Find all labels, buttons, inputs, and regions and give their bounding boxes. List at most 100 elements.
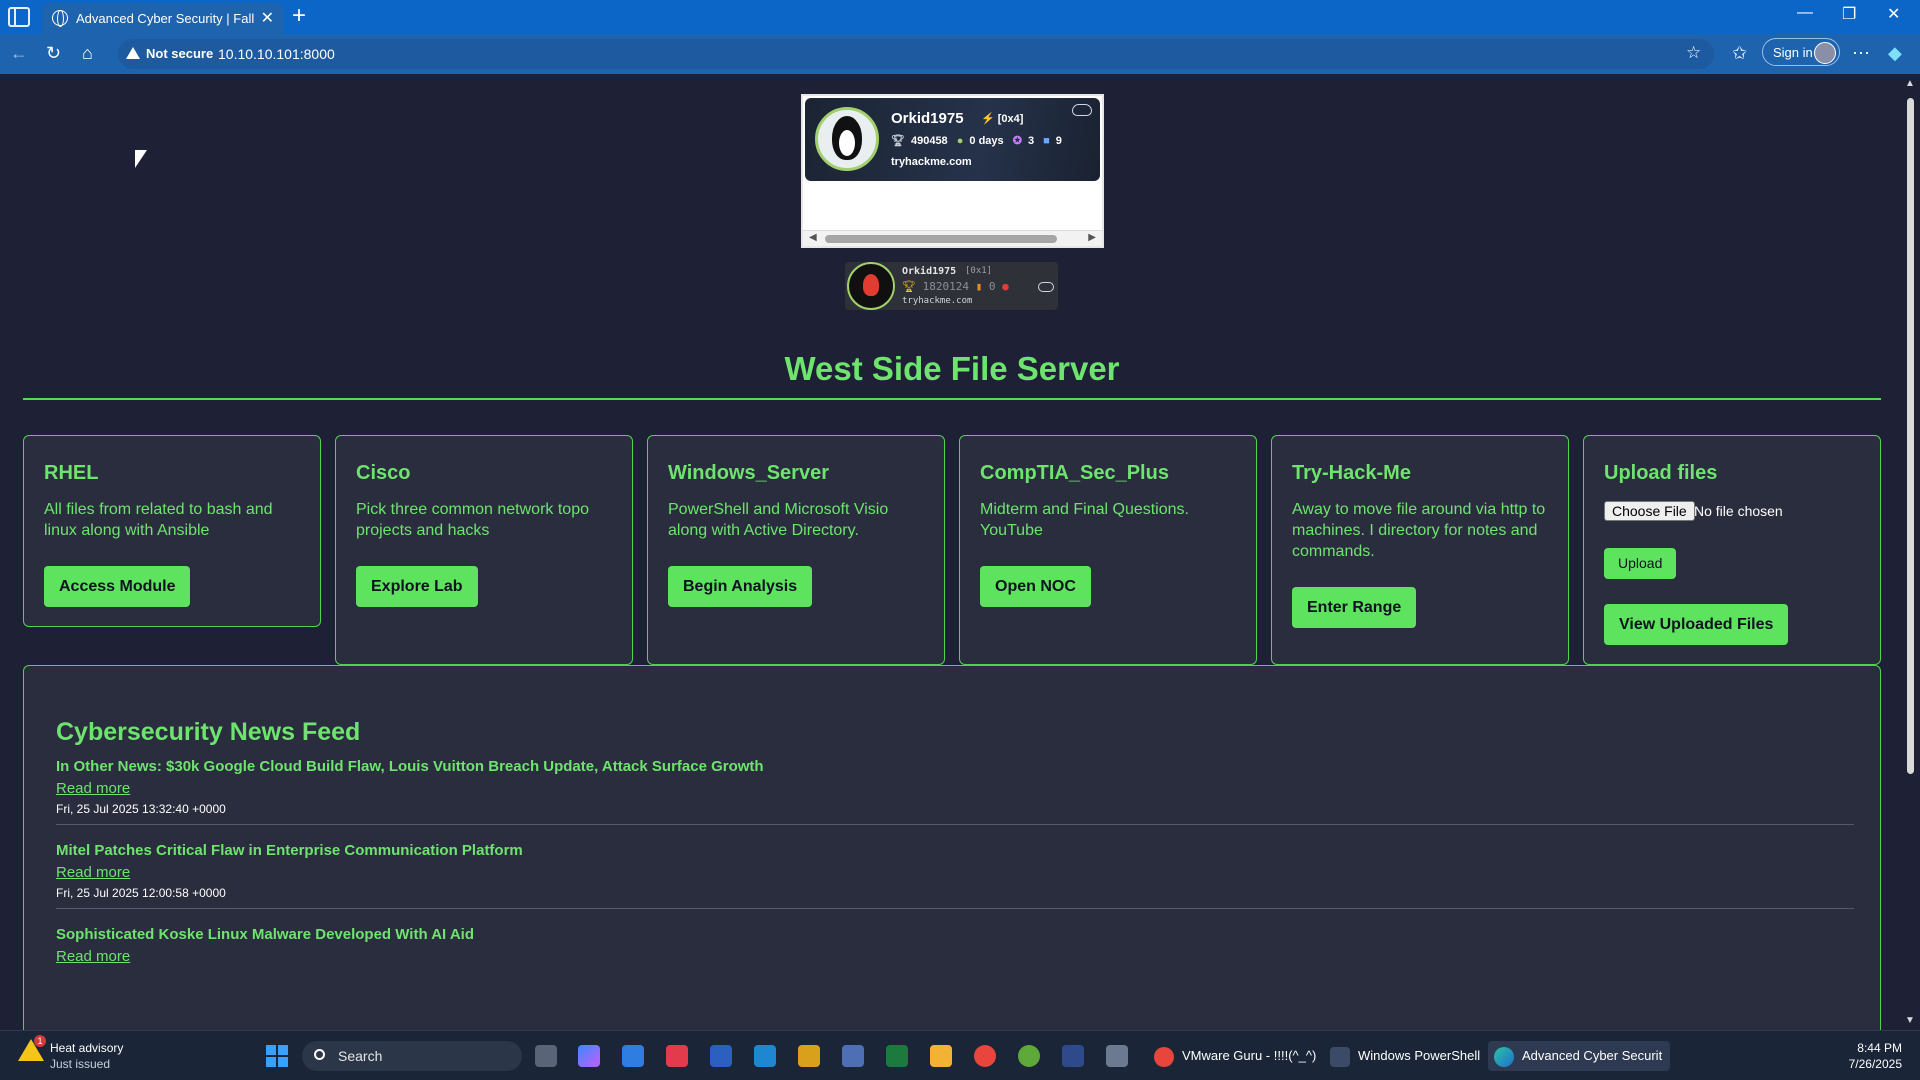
copilot-icon[interactable]: ◆ xyxy=(1888,43,1902,64)
upload-button[interactable]: Upload xyxy=(1604,548,1677,579)
excel-icon[interactable] xyxy=(886,1045,908,1067)
avatar xyxy=(815,107,879,171)
copilot-app-icon[interactable] xyxy=(578,1045,600,1067)
card-title: CompTIA_Sec_Plus xyxy=(980,462,1169,484)
remote-desktop-icon[interactable] xyxy=(754,1045,776,1067)
taskbar-app-vmware[interactable]: VMware Guru - !!!!(^_^) xyxy=(1148,1041,1316,1071)
favorites-icon[interactable]: ✩ xyxy=(1732,43,1747,64)
search-label: Search xyxy=(338,1048,383,1064)
divider xyxy=(56,824,1854,825)
choose-file-button[interactable]: Choose File xyxy=(1604,501,1695,521)
scroll-down-icon[interactable]: ▼ xyxy=(1905,1015,1915,1026)
home-icon[interactable]: ⌂ xyxy=(82,43,93,64)
mouse-cursor xyxy=(135,150,147,168)
explore-lab-button[interactable]: Explore Lab xyxy=(356,566,478,607)
read-more-link[interactable]: Read more xyxy=(56,948,130,965)
warning-icon xyxy=(126,47,140,59)
new-tab-icon[interactable]: + xyxy=(292,2,306,30)
back-icon[interactable]: ← xyxy=(10,43,28,64)
recorder-icon[interactable] xyxy=(666,1045,688,1067)
chrome-icon[interactable] xyxy=(974,1045,996,1067)
lightning-icon: ⚡ xyxy=(981,113,995,125)
trophy-icon: 🏆︎ xyxy=(891,135,905,147)
weather-title[interactable]: Heat advisory xyxy=(50,1041,123,1055)
badge-streak: 0 days xyxy=(969,135,1004,147)
clock-time: 8:44 PM xyxy=(1857,1041,1902,1055)
badge-points: 490458 xyxy=(910,135,948,147)
enter-range-button[interactable]: Enter Range xyxy=(1292,587,1417,628)
open-noc-button[interactable]: Open NOC xyxy=(980,566,1091,607)
browser-titlebar: Advanced Cyber Security | Fall Da ✕ + — … xyxy=(0,0,1920,34)
cloud-icon xyxy=(1038,282,1054,292)
powershell-icon xyxy=(1330,1046,1350,1067)
badge-iframe[interactable]: Orkid1975 ⚡ [0x4] 🏆︎ 490458 ● 0 days ✪ 3 ■ 9… xyxy=(801,94,1104,248)
terminal-icon[interactable] xyxy=(1062,1045,1084,1067)
card-comptia: CompTIA_Sec_Plus Midterm and Final Quest… xyxy=(959,435,1257,665)
scroll-thumb[interactable] xyxy=(1907,98,1914,774)
scroll-right-icon[interactable]: ▶ xyxy=(1088,232,1096,243)
start-icon[interactable] xyxy=(266,1045,288,1067)
card-upload: Upload files Choose File No file chosen … xyxy=(1583,435,1881,665)
vertical-scrollbar[interactable]: ▲ ▼ xyxy=(1900,74,1920,1030)
scroll-left-icon[interactable]: ◀ xyxy=(809,232,817,243)
card-description: Away to move file around via http to mac… xyxy=(1292,501,1546,560)
card-description: PowerShell and Microsoft Visio along wit… xyxy=(668,501,889,539)
badge-rank: [0x4] xyxy=(997,113,1024,125)
more-menu-icon[interactable]: ⋯ xyxy=(1852,43,1870,64)
notepad-icon[interactable] xyxy=(622,1045,644,1067)
tool-icon[interactable] xyxy=(1106,1045,1128,1067)
card-title: RHEL xyxy=(44,462,99,484)
file-explorer-icon[interactable] xyxy=(930,1045,952,1067)
favorite-star-icon[interactable]: ☆ xyxy=(1686,43,1701,63)
access-module-button[interactable]: Access Module xyxy=(44,566,191,607)
badge-site[interactable]: tryhackme.com xyxy=(902,296,972,306)
admin-tool-icon[interactable] xyxy=(842,1045,864,1067)
taskbar-app-powershell[interactable]: Windows PowerShell xyxy=(1324,1041,1480,1071)
scroll-thumb[interactable] xyxy=(825,235,1057,243)
signin-button[interactable]: Sign in xyxy=(1762,38,1840,66)
badge-site[interactable]: tryhackme.com xyxy=(891,156,972,168)
read-more-link[interactable]: Read more xyxy=(56,780,130,797)
divider xyxy=(56,908,1854,909)
tryhackme-badge-small[interactable]: Orkid1975 [0x1] 🏆︎ 1820124 ▮ 0 ● tryhack… xyxy=(845,262,1058,310)
badge-username: Orkid1975 xyxy=(902,266,957,277)
tab-close-icon[interactable]: ✕ xyxy=(261,8,274,28)
view-uploaded-files-button[interactable]: View Uploaded Files xyxy=(1604,604,1789,645)
horizontal-scrollbar[interactable]: ◀ ▶ xyxy=(803,230,1102,246)
card-description: All files from related to bash and linux… xyxy=(44,501,273,539)
news-feed: Cybersecurity News Feed In Other News: $… xyxy=(23,665,1881,1030)
news-date: Fri, 25 Jul 2025 12:00:58 +0000 xyxy=(56,886,226,900)
rooms-icon: ■ xyxy=(1043,135,1050,147)
page-content: Orkid1975 ⚡ [0x4] 🏆︎ 490458 ● 0 days ✪ 3 ■ 9… xyxy=(0,74,1920,1030)
weather-widget[interactable]: 1 xyxy=(18,1035,46,1063)
badge-stats: 🏆︎ 490458 ● 0 days ✪ 3 ■ 9 xyxy=(891,134,1068,147)
address-bar[interactable]: Not secure 10.10.10.101:8000 ☆ xyxy=(118,39,1714,69)
security-label[interactable]: Not secure xyxy=(146,46,213,61)
restore-icon[interactable]: ❐ xyxy=(1842,4,1856,24)
read-more-link[interactable]: Read more xyxy=(56,864,130,881)
tryhackme-badge[interactable]: Orkid1975 ⚡ [0x4] 🏆︎ 490458 ● 0 days ✪ 3 ■ 9… xyxy=(805,98,1100,181)
scroll-up-icon[interactable]: ▲ xyxy=(1905,78,1915,89)
app-icon[interactable] xyxy=(1018,1045,1040,1067)
url-text[interactable]: 10.10.10.101:8000 xyxy=(218,46,335,62)
card-title: Upload files xyxy=(1604,462,1718,484)
file-status-text: No file chosen xyxy=(1694,503,1783,519)
system-clock[interactable]: 8:44 PM 7/26/2025 xyxy=(1849,1040,1902,1072)
card-windows-server: Windows_Server PowerShell and Microsoft … xyxy=(647,435,945,665)
window-close-icon[interactable]: ✕ xyxy=(1887,4,1900,24)
rooms-icon: ▮ xyxy=(975,280,983,293)
badge-rooms: 0 xyxy=(988,280,996,293)
minimize-icon[interactable]: — xyxy=(1797,4,1813,22)
penguin-icon xyxy=(832,116,862,160)
refresh-icon[interactable]: ↻ xyxy=(46,43,61,64)
network-tool-icon[interactable] xyxy=(798,1045,820,1067)
taskbar-app-edge[interactable]: Advanced Cyber Securit xyxy=(1488,1041,1671,1071)
taskbar-search[interactable]: Search xyxy=(302,1041,522,1071)
search-icon xyxy=(314,1049,325,1060)
profile-avatar xyxy=(1814,42,1836,64)
tab-actions-icon[interactable] xyxy=(8,7,30,27)
word-icon[interactable] xyxy=(710,1045,732,1067)
begin-analysis-button[interactable]: Begin Analysis xyxy=(668,566,813,607)
browser-tab-active[interactable]: Advanced Cyber Security | Fall Da ✕ xyxy=(42,3,284,34)
task-view-icon[interactable] xyxy=(535,1045,557,1067)
